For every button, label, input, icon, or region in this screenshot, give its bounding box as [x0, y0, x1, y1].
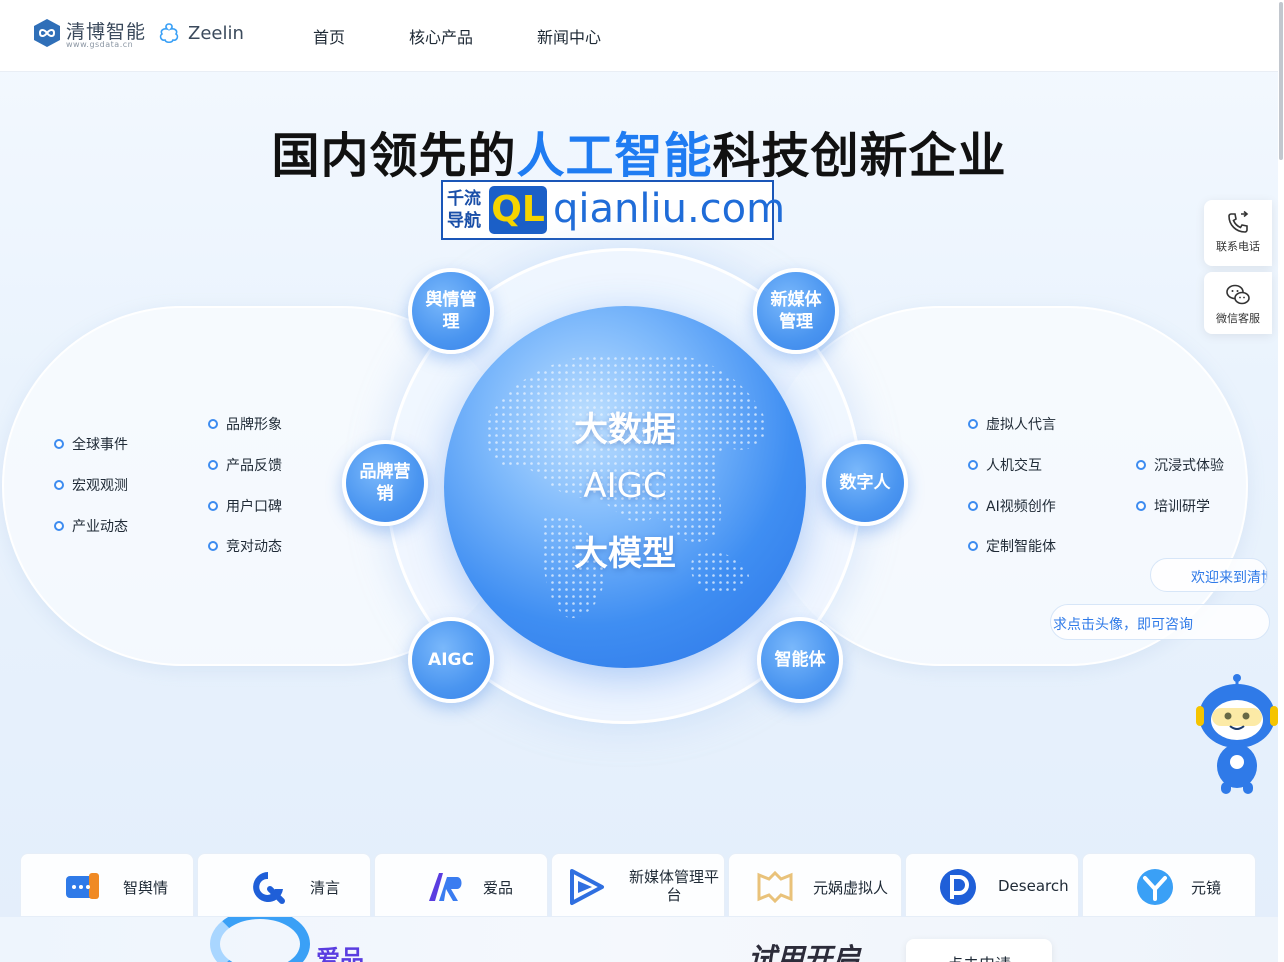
product-bar: 智舆情 清言 爱品 新媒体管理平台 元娲虚拟人 Desearch 元镜: [20, 853, 1258, 917]
product-new-media-platform[interactable]: 新媒体管理平台: [551, 853, 725, 917]
new-media-platform-icon: [570, 869, 604, 905]
feature-global-events: 全球事件: [54, 434, 128, 454]
product-qingyan-label: 清言: [310, 879, 341, 897]
phone-icon: [1228, 210, 1249, 233]
wechat-service-button[interactable]: 微信客服: [1204, 272, 1272, 334]
contact-phone-button[interactable]: 联系电话: [1204, 200, 1272, 266]
feature-macro-observation: 宏观观测: [54, 475, 128, 495]
trial-banner-brand: 爱品: [316, 945, 364, 962]
aipin-icon: [429, 873, 462, 901]
globe-line-large-model: 大模型: [574, 534, 676, 574]
trial-banner-title: 试用开启: [748, 942, 861, 962]
logo-url: www.gsdata.cn: [66, 40, 134, 49]
product-zhiyuqing[interactable]: 智舆情: [20, 853, 194, 917]
product-aipin-label: 爱品: [483, 879, 514, 897]
hero-title-pre: 国内领先的: [271, 128, 517, 184]
node-agent[interactable]: 智能体: [757, 617, 843, 703]
ad-cn-text: 千流导航: [447, 189, 481, 231]
feature-virtual-spokesperson: 虚拟人代言: [968, 414, 1056, 434]
product-yuanwa-label: 元娲虚拟人: [813, 879, 889, 897]
yuanjing-icon: [1137, 869, 1173, 905]
feature-industry-trends: 产业动态: [54, 516, 128, 536]
chat-welcome-bubble[interactable]: 欢迎来到清博: [1150, 558, 1268, 592]
contact-phone-label: 联系电话: [1216, 240, 1260, 253]
globe-line-big-data: 大数据: [574, 410, 676, 450]
wechat-icon: [1226, 284, 1250, 305]
aipin-swirl-icon: [210, 917, 310, 962]
product-yuanwa-virtual-human[interactable]: 元娲虚拟人: [728, 853, 902, 917]
wechat-service-label: 微信客服: [1216, 312, 1260, 325]
node-brand-marketing-label: 品牌营销: [359, 462, 411, 504]
ad-domain: qianliu.com: [553, 186, 786, 232]
hero-title-post: 科技创新企业: [712, 128, 1007, 184]
chat-consult-bubble[interactable]: 求点击头像，即可咨询: [1050, 604, 1270, 640]
product-aipin[interactable]: 爱品: [374, 853, 548, 917]
product-yuanjing-label: 元镜: [1191, 879, 1222, 897]
desearch-icon: [940, 869, 976, 905]
feature-training-study: 培训研学: [1136, 496, 1210, 516]
node-aigc-label: AIGC: [428, 650, 474, 670]
hero-title-highlight: 人工智能: [516, 128, 713, 184]
feature-brand-image: 品牌形象: [208, 414, 282, 434]
partner-name[interactable]: Zeelin: [188, 23, 244, 44]
node-public-opinion-label: 舆情管理: [425, 290, 477, 332]
node-aigc[interactable]: AIGC: [408, 617, 494, 703]
ad-ql-logo: QL: [489, 186, 547, 234]
node-digital-human[interactable]: 数字人: [822, 440, 908, 526]
qianliu-ad-banner[interactable]: 千流导航 QL qianliu.com: [441, 180, 785, 240]
globe: 大数据 AIGC 大模型: [444, 306, 806, 668]
product-desearch[interactable]: Desearch: [905, 853, 1079, 917]
product-qingyan[interactable]: 清言: [197, 853, 371, 917]
nav-home[interactable]: 首页: [313, 24, 345, 48]
nav-core-products[interactable]: 核心产品: [409, 24, 473, 48]
product-yuanjing[interactable]: 元镜: [1082, 853, 1256, 917]
nav-news-center[interactable]: 新闻中心: [537, 24, 601, 48]
trial-banner: 爱品 试用开启 点击申请: [0, 917, 1278, 962]
globe-line-aigc: AIGC: [583, 466, 667, 506]
scrollbar-thumb[interactable]: [1279, 2, 1283, 160]
robot-assistant-avatar-icon[interactable]: [1194, 672, 1280, 798]
feature-product-feedback: 产品反馈: [208, 455, 282, 475]
product-desearch-label: Desearch: [998, 877, 1069, 895]
feature-competitor-trends: 竞对动态: [208, 536, 282, 556]
feature-user-reputation: 用户口碑: [208, 496, 282, 516]
yuanwa-icon: [757, 870, 793, 904]
product-zhiyuqing-label: 智舆情: [123, 879, 169, 897]
node-public-opinion[interactable]: 舆情管理: [408, 268, 494, 354]
feature-ai-video-creation: AI视频创作: [968, 496, 1056, 516]
product-new-media-platform-label: 新媒体管理平台: [628, 868, 719, 904]
apply-button[interactable]: 点击申请: [906, 939, 1052, 962]
node-brand-marketing[interactable]: 品牌营销: [342, 440, 428, 526]
feature-custom-agent: 定制智能体: [968, 536, 1056, 556]
node-digital-human-label: 数字人: [839, 473, 891, 493]
feature-immersive-experience: 沉浸式体验: [1136, 455, 1224, 475]
zhiyuqing-icon: [66, 873, 99, 899]
hero-title: 国内领先的人工智能科技创新企业: [0, 116, 1278, 186]
node-new-media-label: 新媒体管理: [770, 290, 822, 332]
node-new-media[interactable]: 新媒体管理: [753, 268, 839, 354]
site-header: 清博智能 www.gsdata.cn Zeelin 首页 核心产品 新闻中心: [0, 0, 1278, 72]
gsdata-logo-icon[interactable]: [32, 18, 62, 48]
zeelin-logo-icon[interactable]: [157, 21, 181, 45]
node-agent-label: 智能体: [774, 650, 826, 670]
feature-human-computer-interaction: 人机交互: [968, 455, 1042, 475]
qingyan-icon: [253, 872, 285, 904]
